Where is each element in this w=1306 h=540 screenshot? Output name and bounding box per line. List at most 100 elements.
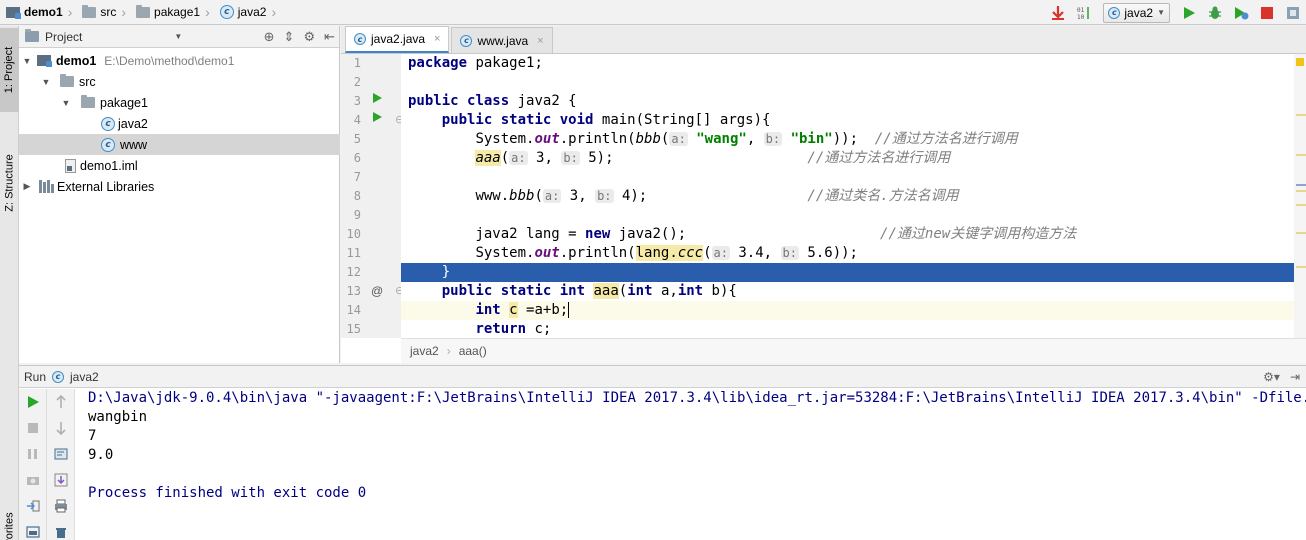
tab-java2-java[interactable]: c java2.java ×	[345, 26, 450, 53]
code-editor: c java2.java × c www.java × 1 2 3 4 5 6 …	[341, 26, 1306, 363]
run-configuration-select[interactable]: c java2 ▼	[1103, 2, 1170, 23]
left-tool-window-strip: 1: Project Z: Structure Favorites	[0, 26, 19, 540]
class-icon: c	[52, 370, 65, 383]
line-number: 2	[353, 75, 361, 89]
tab-www-java[interactable]: c www.java ×	[451, 27, 553, 53]
run-class-gutter-icon[interactable]	[372, 92, 383, 111]
class-icon: c	[1108, 6, 1121, 19]
param-hint: b:	[561, 151, 580, 165]
param-hint: b:	[780, 246, 799, 260]
console-output[interactable]: D:\Java\jdk-9.0.4\bin\java "-javaagent:F…	[79, 389, 1306, 540]
tree-item-external-libraries[interactable]: ▶ External Libraries	[19, 176, 340, 197]
arrow-up-icon	[56, 395, 66, 408]
warning-marker[interactable]	[1296, 58, 1304, 66]
print-button[interactable]	[47, 493, 75, 519]
gear-icon[interactable]: ⚙▾	[1263, 370, 1280, 384]
module-icon	[37, 55, 52, 67]
folder-icon	[60, 74, 74, 87]
run-config-tab[interactable]: java2	[70, 370, 99, 384]
error-stripe[interactable]	[1294, 54, 1306, 338]
rerun-button[interactable]	[19, 389, 47, 415]
scroll-up-button[interactable]	[47, 389, 75, 415]
editor-gutter: 1 2 3 4 5 6 7 8 9 10 11 12 13 14 15 ⊖ @ …	[341, 54, 404, 338]
coverage-button[interactable]	[1228, 0, 1254, 25]
stripe-marker[interactable]	[1296, 114, 1306, 116]
chevron-right-icon[interactable]: ▶	[21, 181, 33, 192]
tree-item-demo1-iml[interactable]: demo1.iml	[19, 155, 340, 176]
class-icon: c	[101, 116, 115, 131]
exit-button[interactable]	[19, 493, 47, 519]
close-icon[interactable]: ×	[537, 35, 543, 47]
line-number: 14	[346, 303, 361, 317]
class-icon: c	[354, 33, 366, 45]
run-toolbar-secondary	[47, 389, 75, 540]
text-cursor	[568, 302, 570, 318]
soft-wrap-button[interactable]	[47, 441, 75, 467]
layout-button[interactable]	[19, 519, 47, 540]
hide-icon[interactable]: ⇤	[324, 29, 335, 45]
target-icon[interactable]: ⊕	[264, 29, 275, 45]
stop-button[interactable]	[1254, 0, 1280, 25]
tree-item-www[interactable]: c www	[19, 134, 340, 155]
class-icon: c	[101, 137, 115, 152]
pause-button[interactable]	[19, 441, 47, 467]
tool-tab-favorites[interactable]: Favorites	[0, 504, 19, 540]
scroll-down-button[interactable]	[47, 415, 75, 441]
console-line: Process finished with exit code 0	[88, 485, 367, 501]
hide-icon[interactable]: ⇥	[1290, 370, 1300, 384]
run-button[interactable]	[1176, 0, 1202, 25]
tree-item-src[interactable]: ▼ src	[19, 71, 340, 92]
dump-threads-button[interactable]	[19, 467, 47, 493]
settings-icon	[1287, 6, 1299, 19]
run-main-gutter-icon[interactable]	[372, 111, 383, 130]
navigation-bar: demo1 › src › pakage1 › c java2 › 01 10 c…	[0, 0, 1306, 25]
clear-all-button[interactable]	[47, 519, 75, 540]
soft-wrap-icon	[54, 448, 68, 460]
param-hint: b:	[595, 189, 614, 203]
line-number: 6	[353, 151, 361, 165]
run-toolbar-primary	[19, 389, 47, 540]
code-line-4: public static void main(String[] args){	[441, 112, 771, 128]
breadcrumb-pakage1[interactable]: pakage1 ›	[130, 0, 214, 25]
tree-item-java2[interactable]: c java2	[19, 113, 340, 134]
stripe-marker[interactable]	[1296, 232, 1306, 234]
code-content[interactable]: package pakage1; public class java2 { pu…	[401, 54, 1306, 338]
tool-tab-structure[interactable]: Z: Structure	[0, 138, 19, 228]
library-icon	[39, 180, 54, 193]
stripe-marker[interactable]	[1296, 184, 1306, 186]
breadcrumb-demo1[interactable]: demo1 ›	[0, 0, 76, 25]
tree-item-pakage1[interactable]: ▼ pakage1	[19, 92, 340, 113]
breadcrumb-method[interactable]: aaa()	[459, 344, 487, 358]
line-number: 8	[353, 189, 361, 203]
build-button[interactable]	[1045, 0, 1071, 25]
run-header-actions: ⚙▾ ⇥	[1263, 366, 1300, 388]
package-icon	[136, 4, 151, 18]
chevron-down-icon[interactable]: ▼	[21, 56, 33, 66]
breadcrumb-src[interactable]: src ›	[76, 0, 130, 25]
chevron-down-icon[interactable]: ▼	[174, 32, 182, 41]
stripe-marker[interactable]	[1296, 266, 1306, 268]
line-number: 1	[353, 56, 361, 70]
stop-button[interactable]	[19, 415, 47, 441]
breadcrumb-class[interactable]: java2	[410, 344, 439, 358]
scroll-to-end-button[interactable]	[47, 467, 75, 493]
chevron-down-icon[interactable]: ▼	[40, 77, 52, 87]
stripe-marker[interactable]	[1296, 190, 1306, 192]
param-hint: b:	[763, 132, 783, 146]
code-line-10: java2 lang = new java2(); //通过new关键字调用构造…	[475, 226, 1077, 242]
tree-item-demo1[interactable]: ▼ demo1 E:\Demo\method\demo1	[19, 50, 340, 71]
collapse-all-icon[interactable]: ⇕	[284, 29, 295, 45]
sort-button[interactable]: 01 10	[1071, 0, 1097, 25]
chevron-down-icon[interactable]: ▼	[60, 98, 72, 108]
chevron-right-icon: ›	[271, 4, 277, 20]
breadcrumb-java2[interactable]: c java2 ›	[214, 0, 280, 25]
debug-button[interactable]	[1202, 0, 1228, 25]
stripe-marker[interactable]	[1296, 204, 1306, 206]
more-button[interactable]	[1280, 0, 1306, 25]
close-icon[interactable]: ×	[434, 33, 440, 45]
download-arrow-icon	[1052, 5, 1065, 20]
pause-icon	[28, 449, 37, 459]
stripe-marker[interactable]	[1296, 154, 1306, 156]
gear-icon[interactable]: ⚙	[303, 29, 315, 45]
tool-tab-project[interactable]: 1: Project	[0, 28, 19, 112]
